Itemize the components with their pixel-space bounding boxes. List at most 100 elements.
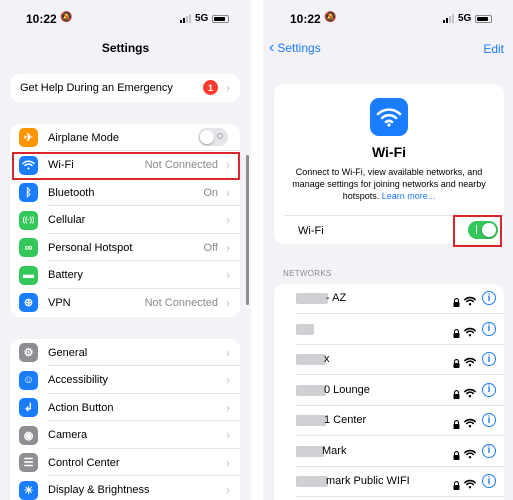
chevron-right-icon: ›: [226, 400, 230, 415]
chevron-right-icon: ›: [226, 81, 230, 95]
back-button[interactable]: ‹ Settings: [269, 39, 321, 56]
battery-status-icon: [475, 14, 493, 23]
control-center-icon: ☰: [19, 453, 38, 472]
wifi-screen: 10:22 🔕 5G ‹ Settings Edit Wi-Fi Connect…: [263, 0, 513, 500]
wifi-signal-icon: [464, 324, 476, 336]
wifi-signal-icon: [464, 446, 476, 458]
wifi-signal-icon: [464, 354, 476, 367]
redacted-network-name: [296, 415, 326, 426]
row-separator: [296, 496, 504, 497]
settings-screen: 10:22 🔕 5G Settings Get Help During an E…: [0, 0, 251, 500]
lock-icon: [453, 294, 460, 307]
wifi-card-title: Wi-Fi: [371, 144, 407, 160]
networks-list: - AZ i i x i 0 Lounge i 1 Center i Mark i mark Publ…: [274, 284, 504, 500]
row-label: Personal Hotspot: [48, 241, 133, 254]
brightness-icon: ☀: [19, 480, 38, 500]
lock-icon: [453, 325, 460, 338]
chevron-right-icon: ›: [226, 483, 230, 497]
info-icon[interactable]: i: [482, 382, 496, 397]
general-group: ⚙ General › ☺ Accessibility › ↲ Action Button › ◉…: [10, 339, 240, 500]
row-label: VPN: [48, 296, 71, 309]
lock-icon: [453, 447, 460, 460]
settings-row-airplane-mode[interactable]: ✈ Airplane Mode: [10, 124, 240, 151]
network-row[interactable]: 0 Lounge i: [274, 376, 504, 406]
chevron-right-icon: ›: [226, 268, 230, 282]
bluetooth-icon: ᛒ: [19, 183, 38, 202]
emergency-group: Get Help During an Emergency 1 ›: [10, 74, 240, 102]
settings-row-personal-hotspot[interactable]: ∞ Personal Hotspot Off ›: [10, 234, 240, 261]
scrollbar[interactable]: [246, 155, 249, 305]
gear-icon: ⚙: [19, 343, 38, 362]
info-icon[interactable]: i: [482, 474, 496, 488]
chevron-right-icon: ›: [226, 240, 230, 255]
accessibility-icon: ☺: [19, 370, 38, 390]
network-row[interactable]: Mark i: [274, 437, 504, 467]
status-time: 10:22: [26, 12, 57, 26]
page-title: Settings: [101, 41, 150, 55]
settings-row-display-brightness[interactable]: ☀ Display & Brightness ›: [10, 477, 240, 500]
network-name: Mark: [322, 444, 347, 457]
settings-row-control-center[interactable]: ☰ Control Center ›: [10, 449, 240, 476]
network-row[interactable]: mark Public WIFI i: [274, 467, 504, 497]
lock-icon: [453, 386, 460, 399]
cellular-icon: ((·)): [19, 210, 38, 230]
info-icon[interactable]: i: [482, 413, 496, 427]
signal-icon: [443, 14, 454, 23]
status-indicators: 5G: [443, 13, 493, 24]
settings-row-bluetooth[interactable]: ᛒ Bluetooth On ›: [10, 179, 240, 206]
chevron-right-icon: ›: [226, 455, 230, 470]
network-type: 5G: [195, 13, 209, 24]
status-time: 10:22: [290, 12, 321, 26]
redacted-network-name: [296, 445, 324, 457]
row-label: General: [48, 346, 88, 359]
chevron-right-icon: ›: [226, 345, 230, 360]
wifi-signal-icon: [464, 476, 476, 489]
info-icon[interactable]: i: [482, 291, 496, 305]
row-label: Cellular: [48, 214, 86, 226]
row-label: Bluetooth: [48, 186, 95, 199]
settings-row-accessibility[interactable]: ☺ Accessibility ›: [10, 367, 240, 394]
wifi-highlight-box: [12, 152, 240, 180]
settings-row-camera[interactable]: ◉ Camera ›: [10, 422, 240, 449]
edit-button[interactable]: Edit: [483, 42, 504, 56]
row-label: Display & Brightness: [48, 484, 150, 496]
chevron-right-icon: ›: [226, 428, 230, 442]
silent-bell-icon: 🔕: [324, 12, 337, 23]
wifi-toggle-label: Wi-Fi: [298, 225, 324, 237]
wifi-description: Connect to Wi-Fi, view available network…: [282, 166, 496, 202]
row-label: Airplane Mode: [48, 131, 119, 144]
network-name: 1 Center: [324, 414, 367, 426]
network-row[interactable]: 1 Center i: [274, 406, 504, 436]
info-icon[interactable]: i: [482, 352, 496, 366]
network-row[interactable]: - AZ i: [274, 284, 504, 314]
emergency-help-row[interactable]: Get Help During an Emergency 1 ›: [10, 74, 240, 102]
network-type: 5G: [458, 13, 472, 24]
network-row[interactable]: i: [274, 315, 504, 345]
settings-row-vpn[interactable]: ⊕ VPN Not Connected ›: [10, 289, 240, 316]
airplane-mode-toggle[interactable]: [198, 128, 228, 146]
redacted-network-name: [296, 293, 328, 304]
settings-row-general[interactable]: ⚙ General ›: [10, 339, 240, 366]
wifi-app-icon: [370, 98, 408, 136]
vpn-icon: ⊕: [19, 293, 38, 312]
silent-bell-icon: 🔕: [60, 12, 73, 23]
network-name: mark Public WIFI: [326, 475, 410, 487]
info-icon[interactable]: i: [482, 321, 496, 336]
wifi-signal-icon: [464, 415, 476, 428]
row-value: Not Connected: [144, 296, 218, 309]
lock-icon: [453, 355, 460, 368]
row-value: On: [203, 186, 218, 199]
info-icon[interactable]: i: [482, 443, 496, 458]
network-row[interactable]: xi: [274, 345, 504, 375]
learn-more-link[interactable]: Learn more...: [382, 191, 436, 201]
status-indicators: 5G: [180, 13, 230, 24]
settings-row-action-button[interactable]: ↲ Action Button ›: [10, 394, 240, 421]
settings-row-cellular[interactable]: ((·)) Cellular ›: [10, 207, 240, 234]
camera-icon: ◉: [19, 425, 38, 445]
action-button-icon: ↲: [19, 398, 38, 417]
wifi-signal-icon: [464, 385, 476, 397]
wifi-signal-icon: [464, 293, 476, 306]
redacted-network-name: [296, 384, 326, 396]
settings-row-battery[interactable]: ▬ Battery ›: [10, 262, 240, 289]
chevron-left-icon: ‹: [269, 39, 275, 56]
